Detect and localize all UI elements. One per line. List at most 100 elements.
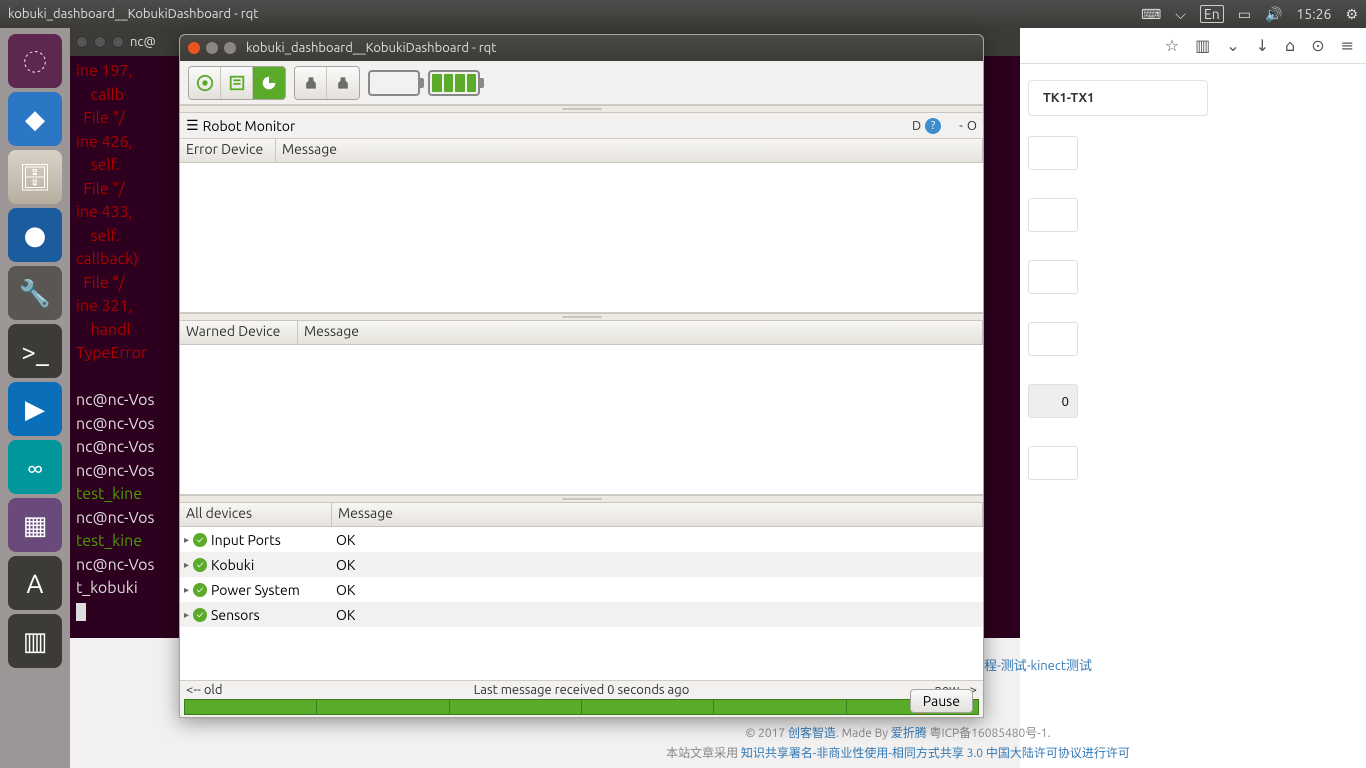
launcher-files[interactable]: 🗄 [8,150,62,204]
browser-toolbar: ☆ ▥ ⌄ ↓ ⌂ ⊙ ≡ [1020,28,1366,64]
o-label[interactable]: O [967,119,977,133]
rqt-window[interactable]: kobuki_dashboard__KobukiDashboard - rqt … [179,34,984,718]
form-input-6[interactable] [1028,446,1078,480]
expand-icon[interactable]: ▸ [184,609,189,621]
ok-status-icon: ✓ [193,608,207,622]
hamburger-menu-icon[interactable]: ≡ [1341,36,1354,55]
close-icon[interactable] [76,36,88,48]
sidebar-card[interactable]: TK1-TX1 [1028,80,1208,116]
d-label[interactable]: D [912,119,921,133]
form-input-1[interactable] [1028,136,1078,170]
all-devices-body[interactable]: ▸✓Input Ports OK ▸✓Kobuki OK ▸✓Power Sys… [180,527,983,680]
error-table-body[interactable] [180,163,983,312]
sound-icon[interactable]: 🔊 [1265,6,1282,23]
launcher-arduino[interactable]: ∞ [8,440,62,494]
chat-icon[interactable]: ⊙ [1311,36,1324,55]
splitter[interactable] [180,495,983,503]
launcher-software-updater[interactable]: A [8,556,62,610]
footer-link-1[interactable]: 创客智造 [788,727,836,740]
console-button[interactable] [221,67,253,99]
rqt-title: kobuki_dashboard__KobukiDashboard - rqt [246,41,496,55]
pocket-icon[interactable]: ⌄ [1226,36,1239,55]
launcher-dash[interactable]: ◌ [8,34,62,88]
keyboard-icon[interactable]: ⌨ [1141,6,1161,23]
device-msg: OK [332,532,355,548]
expand-icon[interactable]: ▸ [184,534,189,546]
form-input-3[interactable] [1028,260,1078,294]
close-icon[interactable] [188,42,200,54]
warn-table-body[interactable] [180,345,983,494]
robot-monitor-label: Robot Monitor [203,118,296,134]
browser-body: TK1-TX1 [1020,64,1366,496]
expand-icon[interactable]: ▸ [184,559,189,571]
form-input-5[interactable] [1028,384,1078,418]
footer-link-2[interactable]: 爱折腾 [891,727,927,740]
table-row[interactable]: ▸✓Input Ports OK [180,527,983,552]
downloads-icon[interactable]: ↓ [1256,36,1269,55]
ok-status-icon: ✓ [193,533,207,547]
maximize-icon[interactable] [224,42,236,54]
browser-form [1028,136,1358,480]
form-input-4[interactable] [1028,322,1078,356]
device-msg: OK [332,607,355,623]
help-icon[interactable]: ? [925,118,941,134]
launcher-devices[interactable]: ▥ [8,614,62,668]
table-row[interactable]: ▸✓Sensors OK [180,602,983,627]
motor-off-button[interactable] [327,67,359,99]
maximize-icon[interactable] [112,36,124,48]
device-name: Power System [211,582,300,598]
table-row[interactable]: ▸✓Kobuki OK [180,552,983,577]
timeline-bar[interactable] [184,699,979,715]
minimize-icon[interactable] [94,36,106,48]
all-col-device[interactable]: All devices [180,503,332,526]
timeline-status: Last message received 0 seconds ago [184,683,979,697]
footer-link-3[interactable]: 知识共享署名-非商业性使用-相同方式共享 3.0 中国大陆许可协议进行许可 [741,747,1130,760]
bookmark-star-icon[interactable]: ☆ [1165,36,1179,55]
laptop-battery-icon [368,70,420,96]
warn-col-device[interactable]: Warned Device [180,321,298,344]
gear-icon[interactable]: ⚙ [1345,6,1358,23]
all-devices-table: All devices Message ▸✓Input Ports OK ▸✓K… [180,503,983,681]
error-col-message[interactable]: Message [276,139,983,162]
all-col-message[interactable]: Message [332,503,983,526]
error-col-device[interactable]: Error Device [180,139,276,162]
error-table: Error Device Message [180,139,983,313]
splitter[interactable] [180,105,983,113]
unity-launcher: ◌ ◆ 🗄 ● 🔧 >_ ▶ ∞ ▦ A ▥ [0,28,70,768]
diagnostics-button[interactable] [189,67,221,99]
launcher-media-player[interactable]: ▶ [8,382,62,436]
splitter[interactable] [180,313,983,321]
rqt-footer: <-- old Last message received 0 seconds … [180,681,983,717]
minimize-icon[interactable] [206,42,218,54]
warn-table: Warned Device Message [180,321,983,495]
system-top-bar: kobuki_dashboard__KobukiDashboard - rqt … [0,0,1366,28]
launcher-terminal[interactable]: >_ [8,324,62,378]
form-input-2[interactable] [1028,198,1078,232]
pause-button[interactable]: Pause [910,689,973,713]
launcher-screenshot[interactable]: ▦ [8,498,62,552]
launcher-firefox[interactable]: ● [8,208,62,262]
device-msg: OK [332,582,355,598]
warn-col-message[interactable]: Message [298,321,983,344]
reader-icon[interactable]: ▥ [1195,36,1210,55]
launcher-settings[interactable]: 🔧 [8,266,62,320]
page-link[interactable]: 程-测试-kinect测试 [984,655,1092,674]
clock[interactable]: 15:26 [1296,6,1331,22]
input-method-indicator[interactable]: En [1200,5,1224,23]
wifi-icon[interactable]: ⌵ [1175,6,1186,23]
table-row[interactable]: ▸✓Power System OK [180,577,983,602]
launcher-kodi[interactable]: ◆ [8,92,62,146]
robot-monitor-header: ☰ Robot Monitor D ? - O [180,113,983,139]
device-name: Kobuki [211,557,254,573]
page-footer: © 2017 创客智造. Made By 爱折腾 粤ICP备16085480号-… [430,724,1366,768]
battery-icon[interactable]: ▭ [1238,6,1251,23]
stack-icon: ☰ [186,117,199,134]
dash-label[interactable]: - [959,119,963,133]
rqt-titlebar: kobuki_dashboard__KobukiDashboard - rqt [180,35,983,61]
monitor-button[interactable] [253,67,285,99]
home-icon[interactable]: ⌂ [1285,36,1295,55]
terminal-title: nc@ [130,35,156,49]
expand-icon[interactable]: ▸ [184,584,189,596]
motor-on-button[interactable] [295,67,327,99]
device-msg: OK [332,557,355,573]
